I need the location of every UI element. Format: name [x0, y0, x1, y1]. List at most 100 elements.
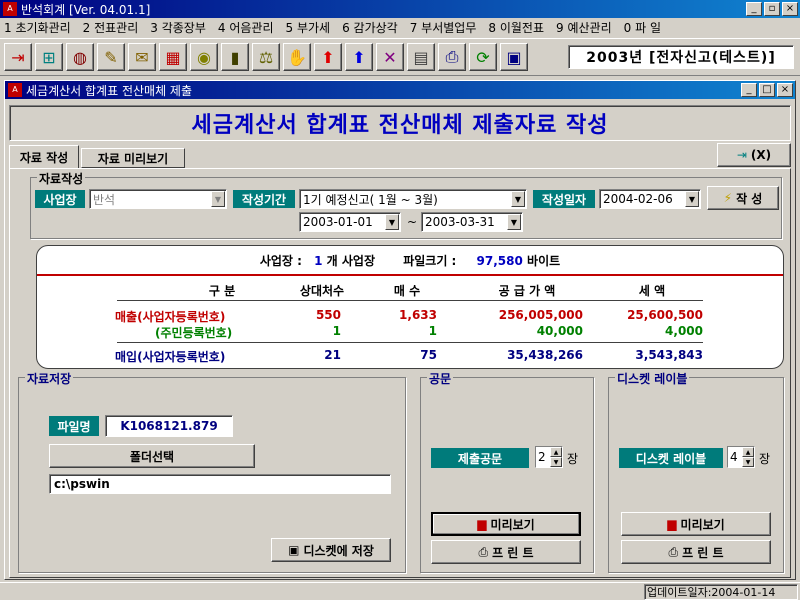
menu-item-7[interactable]: 7 부서별업무	[410, 19, 477, 36]
spin-down-icon[interactable]: ▼	[742, 457, 754, 467]
spin-up-icon[interactable]: ▲	[742, 447, 754, 457]
exit-icon[interactable]: ⇥	[4, 43, 32, 71]
calculator-icon[interactable]: ▦	[159, 43, 187, 71]
row3-tax: 3,543,843	[635, 348, 703, 362]
from-date-select[interactable]: 2003-01-01 ▼	[299, 212, 401, 232]
status-bar: 업데이트일자:2004-01-14	[0, 582, 800, 600]
menu-item-8[interactable]: 8 이월전표	[488, 19, 544, 36]
menu-bar: 1 초기화관리 2 전표관리 3 각종장부 4 어음관리 5 부가세 6 감가상각 7 부서…	[0, 18, 800, 36]
menu-item-4[interactable]: 4 어음관리	[218, 19, 274, 36]
tab-data-entry[interactable]: 자료 작성	[9, 145, 79, 169]
path-field[interactable]: c:\pswin	[49, 474, 391, 494]
menu-item-2[interactable]: 2 전표관리	[83, 19, 139, 36]
up-blue-icon[interactable]: ⬆	[345, 43, 373, 71]
form-icon[interactable]: ▣	[500, 43, 528, 71]
chevron-down-icon: ▼	[211, 191, 225, 207]
app-icon: A	[3, 2, 17, 16]
site-select[interactable]: 반석 ▼	[89, 189, 227, 209]
date-range-separator: ~	[407, 215, 418, 229]
tab-data-preview[interactable]: 자료 미리보기	[81, 148, 185, 168]
disk-preview-button[interactable]: ▆ 미리보기	[621, 512, 771, 536]
app-title: 반석회계 [Ver. 04.01.1]	[21, 2, 151, 17]
letter-group-label: 공문	[427, 370, 454, 387]
row1-partners: 550	[315, 308, 341, 322]
child-minimize-button[interactable]: _	[741, 83, 757, 97]
coin-icon[interactable]: ◉	[190, 43, 218, 71]
spreadsheet-icon[interactable]: ▤	[407, 43, 435, 71]
spin-up-icon[interactable]: ▲	[550, 447, 562, 457]
tree-icon[interactable]: ⊞	[35, 43, 63, 71]
header-category: 구 분	[208, 284, 236, 298]
monitor-icon: ▆	[667, 517, 677, 531]
letter-preview-button[interactable]: ▆ 미리보기	[431, 512, 581, 536]
filesize-label: 파일크기 :	[403, 254, 457, 268]
row1-count: 1,633	[399, 308, 437, 322]
row2-supply: 40,000	[536, 324, 583, 338]
exit-button[interactable]: ⇥ (X)	[717, 143, 791, 167]
company-label: 2003년 [전자신고(테스트)]	[568, 45, 794, 69]
refresh-icon[interactable]: ⟳	[469, 43, 497, 71]
header-count: 매 수	[393, 284, 421, 298]
row1-supply: 256,005,000	[498, 308, 583, 322]
filename-field[interactable]: K1068121.879	[105, 415, 233, 437]
close-button[interactable]: ×	[782, 2, 798, 16]
menu-item-10[interactable]: 0 파 일	[624, 19, 661, 36]
summary-info: 사업장 : 1 개 사업장 파일크기 : 97,580 바이트	[37, 252, 783, 269]
book-icon[interactable]: ▮	[221, 43, 249, 71]
child-title: 세금계산서 합계표 전산매체 제출	[26, 83, 193, 98]
site-count: 1	[314, 254, 323, 268]
period-label: 작성기간	[233, 190, 295, 208]
toolbar: ⇥ ⊞ ◍ ✎ ✉ ▦ ◉ ▮ ⚖ ✋ ⬆ ⬆ ✕ ▤ ⎙ ⟳ ▣ 2003년 …	[0, 38, 800, 76]
to-date-value: 2003-03-31	[425, 215, 495, 229]
transfer-icon[interactable]: ✕	[376, 43, 404, 71]
summary-table: 구 분 상대처수 매 수 공 급 가 액 세 액 매출(사업자등록번호) 550…	[37, 282, 783, 368]
printer-icon[interactable]: ⎙	[438, 43, 466, 71]
spin-down-icon[interactable]: ▼	[550, 457, 562, 467]
period-select[interactable]: 1기 예정신고( 1월 ~ 3월) ▼	[299, 189, 527, 209]
menu-item-6[interactable]: 6 감가상각	[342, 19, 398, 36]
header-line	[117, 300, 703, 301]
save-disk-label: 디스켓에 저장	[303, 543, 374, 558]
save-disk-button[interactable]: ▣ 디스켓에 저장	[271, 538, 391, 562]
form-group: 자료작성 사업장 반석 ▼ 작성기간 1기 예정신고( 1월 ~ 3월) ▼ 작…	[30, 170, 782, 239]
up-red-icon[interactable]: ⬆	[314, 43, 342, 71]
app-titlebar: A 반석회계 [Ver. 04.01.1] _ ▫ ×	[0, 0, 800, 18]
disk-print-button[interactable]: ⎙ 프 린 트	[621, 540, 771, 564]
child-window: A 세금계산서 합계표 전산매체 제출 _ □ × 세금계산서 합계표 전산매체…	[4, 80, 796, 580]
folder-select-button[interactable]: 폴더선택	[49, 444, 255, 468]
child-maximize-button[interactable]: □	[759, 83, 775, 97]
filesize-unit: 바이트	[527, 254, 561, 268]
row2-tax: 4,000	[665, 324, 703, 338]
date-select[interactable]: 2004-02-06 ▼	[599, 189, 701, 209]
chevron-down-icon: ▼	[507, 214, 521, 230]
site-count-label: 사업장 :	[259, 254, 302, 268]
minimize-button[interactable]: _	[746, 2, 762, 16]
document-icon[interactable]: ✉	[128, 43, 156, 71]
menu-item-5[interactable]: 5 부가세	[286, 19, 331, 36]
site-value: 반석	[93, 192, 116, 207]
exit-label: (X)	[750, 148, 772, 162]
menu-item-1[interactable]: 1 초기화관리	[4, 19, 71, 36]
scale-icon[interactable]: ⚖	[252, 43, 280, 71]
hand-icon[interactable]: ✋	[283, 43, 311, 71]
header-tax: 세 액	[638, 284, 666, 298]
pencil-icon[interactable]: ✎	[97, 43, 125, 71]
menu-item-9[interactable]: 9 예산관리	[556, 19, 612, 36]
from-date-value: 2003-01-01	[303, 215, 373, 229]
disk-count-stepper[interactable]: 4 ▲ ▼	[727, 446, 755, 468]
row2-label: (주민등록번호)	[155, 326, 233, 340]
child-close-button[interactable]: ×	[777, 83, 793, 97]
letter-count-stepper[interactable]: 2 ▲ ▼	[535, 446, 563, 468]
row2-partners: 1	[332, 324, 341, 338]
restore-button[interactable]: ▫	[764, 2, 780, 16]
menu-item-3[interactable]: 3 각종장부	[150, 19, 206, 36]
letter-preview-label: 미리보기	[490, 517, 535, 532]
to-date-select[interactable]: 2003-03-31 ▼	[421, 212, 523, 232]
create-button[interactable]: ⚡ 작 성	[707, 186, 779, 210]
disk-print-label: 프 린 트	[682, 545, 724, 560]
letter-unit: 장	[567, 452, 579, 466]
letter-print-button[interactable]: ⎙ 프 린 트	[431, 540, 581, 564]
globe-icon[interactable]: ◍	[66, 43, 94, 71]
site-label: 사업장	[35, 190, 85, 208]
printer-icon: ⎙	[668, 544, 679, 559]
